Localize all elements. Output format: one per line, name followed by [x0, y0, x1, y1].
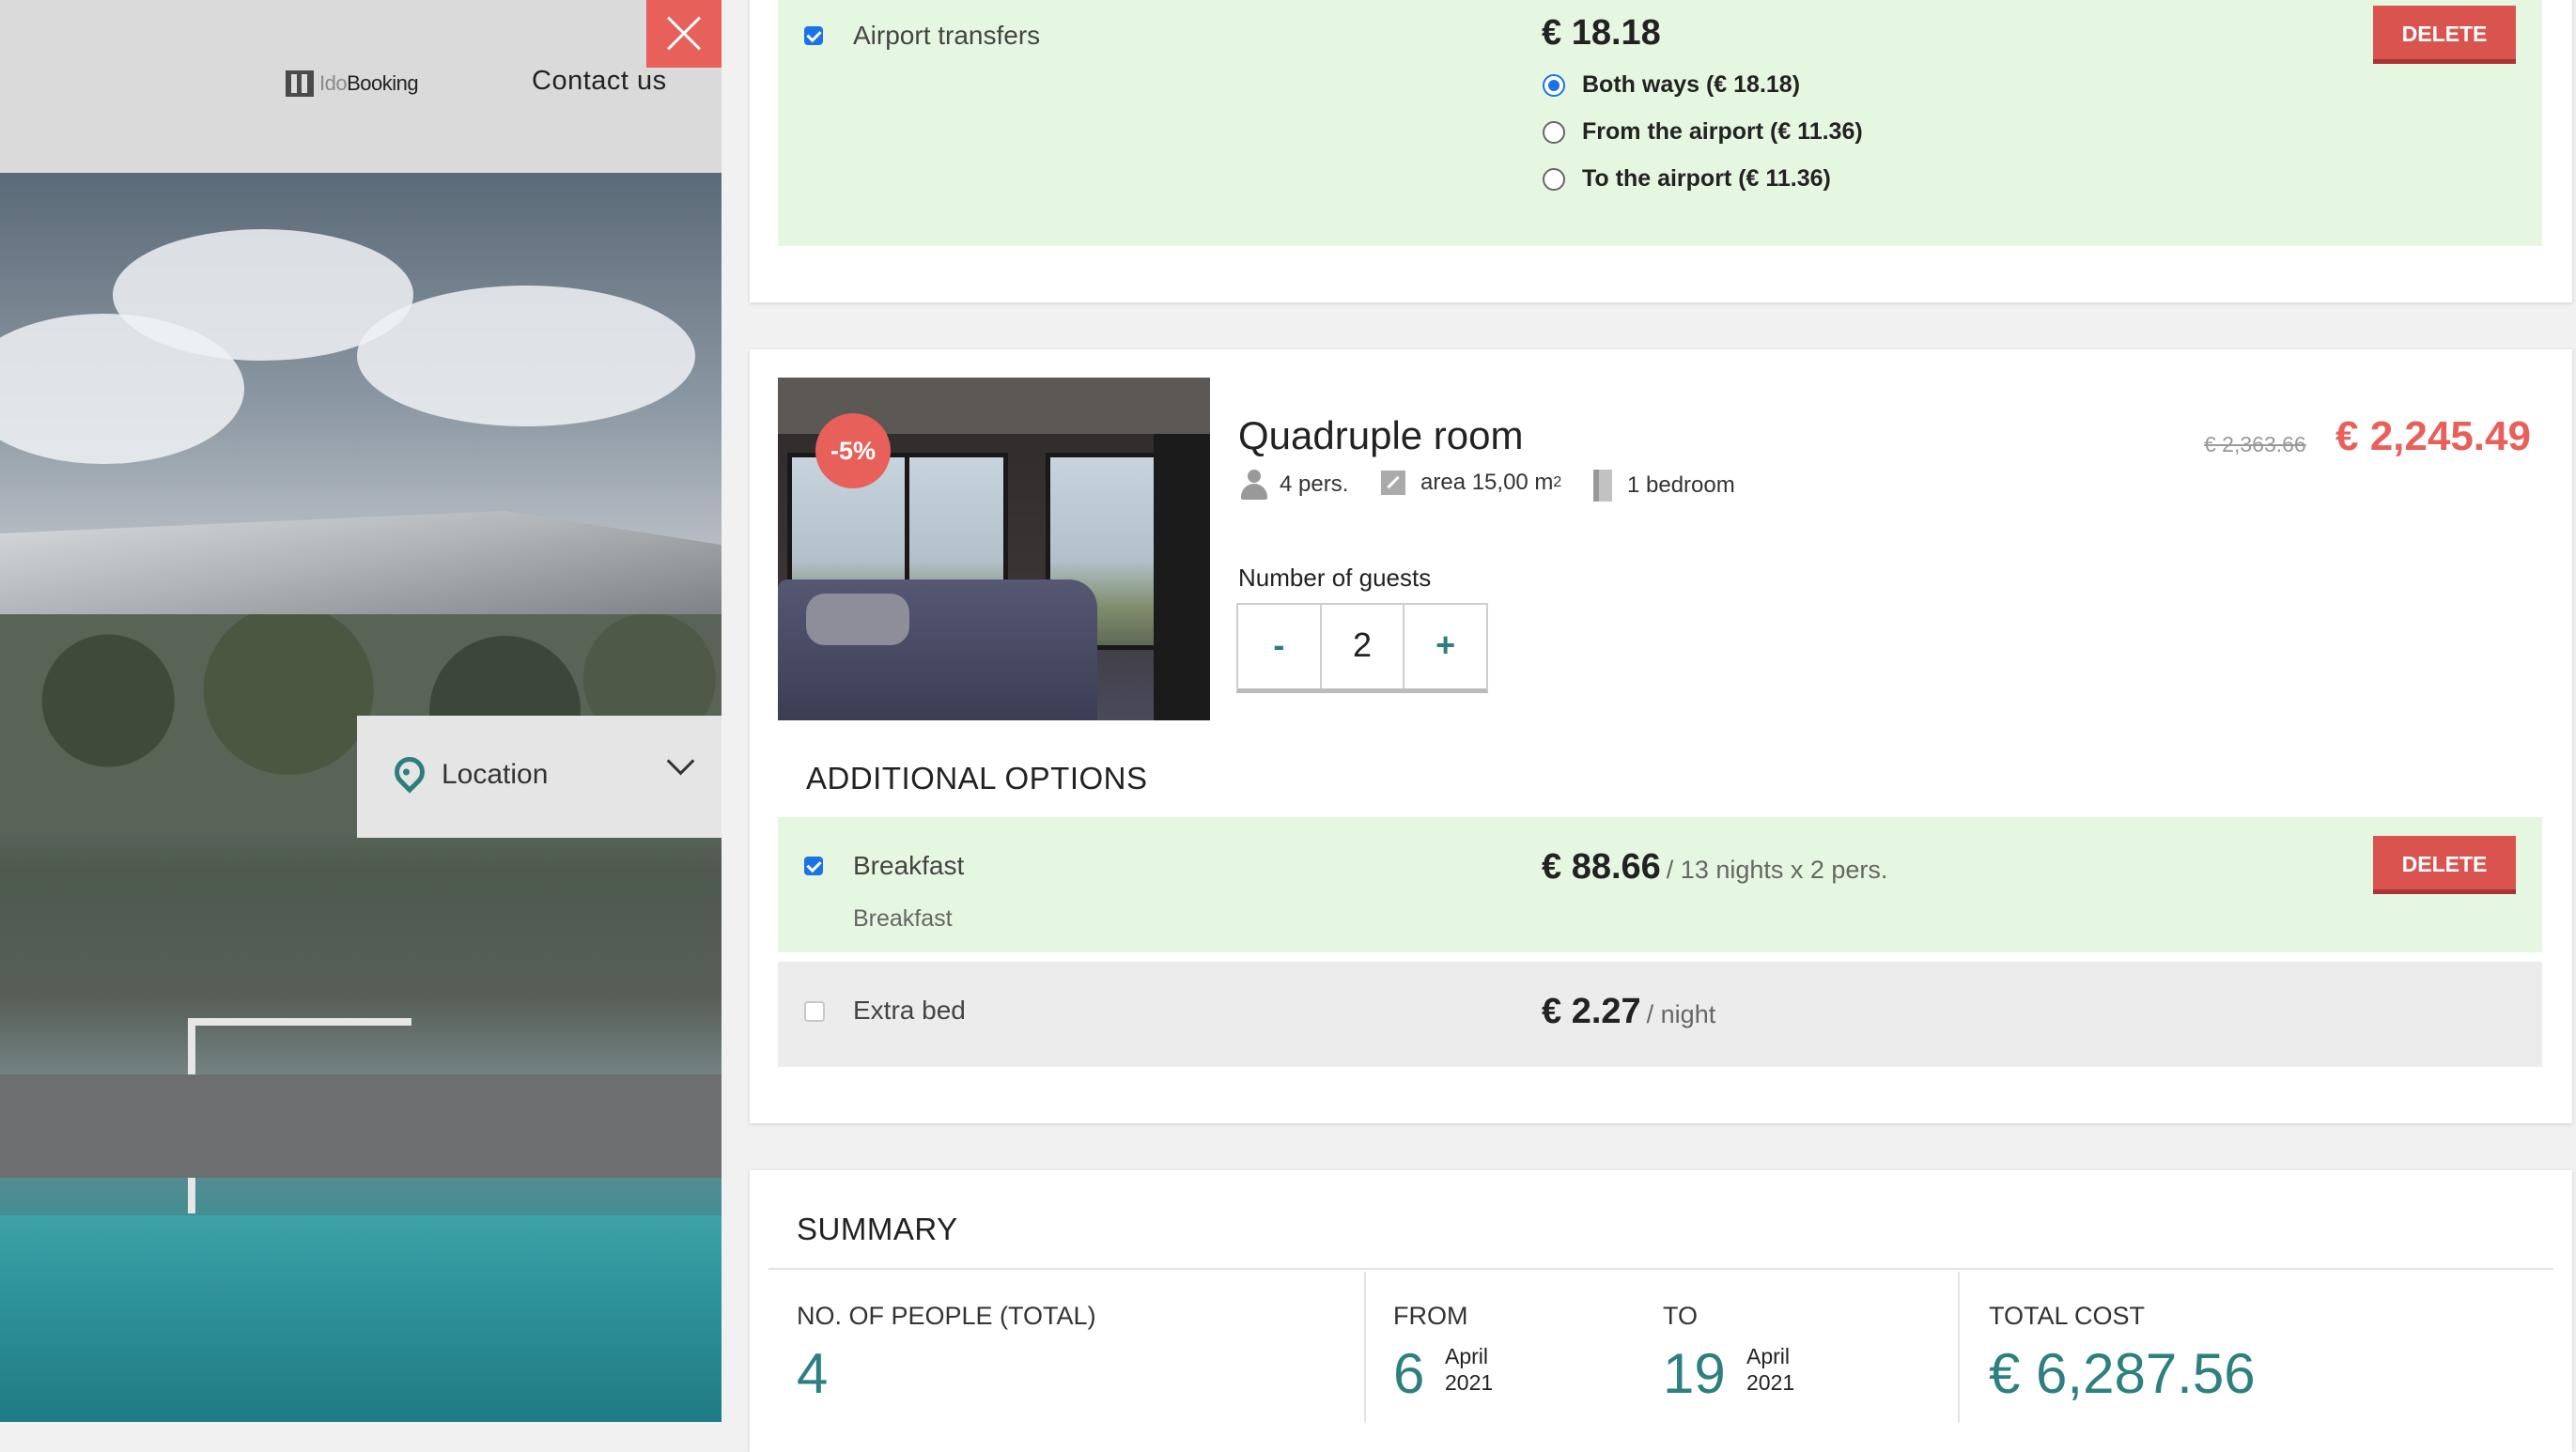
left-panel: Ido Booking Contact us Location: [0, 0, 722, 1422]
discount-badge: -5%: [815, 413, 891, 488]
close-button[interactable]: [646, 0, 722, 68]
additional-options-title: ADDITIONAL OPTIONS: [806, 761, 1148, 796]
to-year: 2021: [1746, 1370, 1795, 1395]
persons-text: 4 pers.: [1280, 471, 1349, 497]
location-label: Location: [442, 759, 549, 790]
extra-bed-price: € 2.27/ night: [1542, 992, 1715, 1032]
location-pin-icon: [388, 750, 431, 794]
building-roof: [0, 511, 722, 624]
radio-from-airport[interactable]: From the airport (€ 11.36): [1543, 118, 1863, 146]
breakfast-checkbox[interactable]: [804, 857, 823, 875]
summary-divider: [768, 1268, 2553, 1270]
room-bedrooms: 1 bedroom: [1593, 470, 1735, 502]
room-persons: 4 pers.: [1240, 470, 1348, 500]
chevron-down-icon: [666, 747, 695, 776]
radio-empty-icon: [1543, 167, 1565, 191]
breakfast-option: Breakfast Breakfast € 88.66/ 13 nights x…: [778, 817, 2542, 952]
area-text: area 15,00 m: [1420, 470, 1554, 495]
logo-prefix: Ido: [319, 71, 348, 95]
to-month-year: April 2021: [1746, 1343, 1794, 1396]
from-month-year: April 2021: [1445, 1343, 1493, 1396]
decrease-guests-button[interactable]: -: [1238, 605, 1320, 688]
swimming-pool: [0, 1215, 722, 1422]
brand-logo[interactable]: Ido Booking: [286, 68, 419, 100]
pillow: [806, 594, 909, 645]
radio-label: Both ways (€ 18.18): [1582, 71, 1801, 98]
to-label: TO: [1663, 1302, 1699, 1330]
airport-transfer-label: Airport transfers: [853, 21, 1041, 50]
extra-bed-option: Extra bed € 2.27/ night: [778, 962, 2542, 1067]
room-area: area 15,00 m2: [1381, 470, 1561, 496]
location-dropdown[interactable]: Location: [357, 716, 722, 838]
from-day: 6: [1393, 1342, 1425, 1405]
airport-delete-button[interactable]: DELETE: [2373, 6, 2516, 64]
extra-bed-price-unit: / night: [1646, 1000, 1716, 1028]
breakfast-label: Breakfast: [853, 851, 965, 880]
logo-suffix: Booking: [347, 71, 419, 95]
area-superscript: 2: [1553, 474, 1562, 490]
airport-transfer-price: € 18.18: [1542, 13, 1661, 53]
breakfast-delete-button[interactable]: DELETE: [2373, 836, 2516, 894]
from-label: FROM: [1393, 1302, 1468, 1330]
from-month: April: [1445, 1344, 1489, 1368]
pool-deck: [0, 1074, 722, 1178]
area-icon: [1381, 471, 1405, 495]
total-cost-label: TOTAL COST: [1989, 1302, 2146, 1330]
airport-transfer-card: Airport transfers € 18.18 DELETE Both wa…: [750, 0, 2572, 302]
cloud-shape: [357, 286, 695, 426]
radio-to-airport[interactable]: To the airport (€ 11.36): [1543, 165, 1831, 193]
radio-label: To the airport (€ 11.36): [1582, 165, 1831, 192]
radio-label: From the airport (€ 11.36): [1582, 118, 1863, 145]
breakfast-price: € 88.66/ 13 nights x 2 pers.: [1542, 847, 1887, 888]
increase-guests-button[interactable]: +: [1404, 605, 1486, 688]
extra-bed-price-value: € 2.27: [1542, 992, 1641, 1031]
new-price: € 2,245.49: [2335, 413, 2531, 459]
to-day: 19: [1663, 1342, 1726, 1405]
people-label: NO. OF PEOPLE (TOTAL): [797, 1302, 1096, 1330]
old-price: € 2,363.66: [2204, 432, 2306, 456]
top-bar: Ido Booking Contact us: [0, 0, 722, 173]
guests-value[interactable]: 2: [1319, 605, 1405, 688]
bedrooms-text: 1 bedroom: [1627, 472, 1735, 498]
total-cost-value: € 6,287.56: [1989, 1342, 2256, 1405]
airport-transfer-checkbox[interactable]: [804, 26, 823, 45]
breakfast-price-value: € 88.66: [1542, 847, 1661, 887]
airport-transfer-option: Airport transfers € 18.18 DELETE Both wa…: [778, 0, 2542, 246]
radio-selected-icon: [1543, 73, 1565, 97]
radio-both-ways[interactable]: Both ways (€ 18.18): [1543, 71, 1800, 99]
summary-title: SUMMARY: [797, 1212, 958, 1246]
person-icon: [1240, 470, 1268, 500]
guests-stepper: - 2 +: [1236, 603, 1488, 693]
from-year: 2021: [1445, 1370, 1494, 1395]
extra-bed-label: Extra bed: [853, 996, 966, 1025]
contact-link[interactable]: Contact us: [532, 66, 667, 97]
extra-bed-checkbox[interactable]: [804, 1001, 825, 1022]
column-divider: [1958, 1272, 1960, 1422]
breakfast-sublabel: Breakfast: [853, 905, 953, 932]
guests-label: Number of guests: [1238, 564, 1432, 592]
wall-panel: [1154, 434, 1210, 720]
logo-icon: [286, 70, 314, 97]
to-month: April: [1746, 1344, 1791, 1368]
radio-empty-icon: [1543, 120, 1565, 144]
breakfast-price-unit: / 13 nights x 2 pers.: [1666, 856, 1888, 884]
column-divider: [1364, 1272, 1366, 1422]
door-icon: [1593, 470, 1612, 502]
room-title[interactable]: Quadruple room: [1238, 413, 1524, 458]
people-value: 4: [797, 1342, 829, 1405]
